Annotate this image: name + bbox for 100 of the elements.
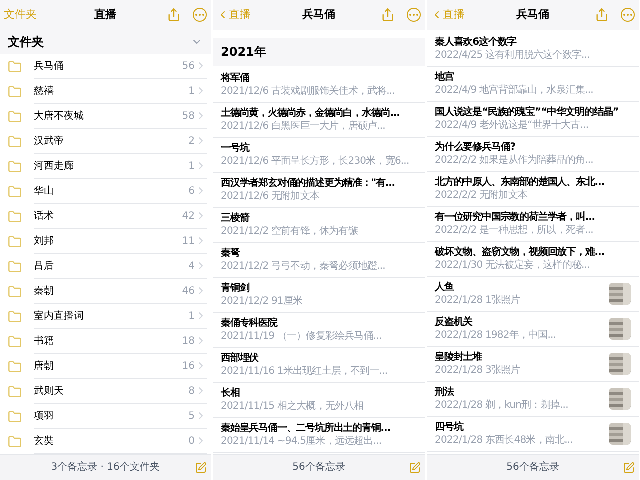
folder-icon [8, 360, 22, 374]
note-row[interactable]: 将军俑 2021/12/6 古装戏剧服饰关佳术，武将... [213, 68, 425, 103]
folder-row[interactable]: 书籍 18 [0, 329, 211, 354]
folder-row[interactable]: 刘邦 11 [0, 229, 211, 254]
note-preview: 2022/1/28 东西长48米，南北... [435, 434, 574, 447]
folder-row[interactable]: 室内直播词 1 [0, 304, 211, 329]
note-count: 58 [182, 110, 195, 124]
folder-name: 室内直播词 [34, 310, 84, 324]
compose-icon[interactable] [195, 462, 207, 474]
folder-name: 项羽 [34, 410, 54, 424]
compose-icon[interactable] [623, 462, 635, 474]
note-row[interactable]: 一号坑 2021/12/6 平面呈长方形，长230米，宽6... [213, 138, 425, 173]
folder-row[interactable]: 话术 42 [0, 204, 211, 229]
note-title: 皇陵封土堆 [435, 351, 484, 364]
folder-name: 刘邦 [34, 234, 54, 248]
folder-icon [8, 134, 22, 148]
note-row[interactable]: 有一位研究中国宗教的荷兰学者，叫... 2022/2/2 是一种思想，所以，死者... [427, 207, 639, 242]
note-row[interactable]: 秦人喜欢6这个数字 2022/4/25 这有利用脱六这个数字... [427, 32, 639, 67]
folder-icon [8, 84, 22, 98]
folder-name: 慈禧 [34, 84, 54, 98]
note-row[interactable]: 反盗机关 2022/1/28 1982年，中国... [427, 312, 639, 347]
folder-name: 大唐不夜城 [34, 110, 84, 124]
note-title: 有一位研究中国宗教的荷兰学者，叫... [435, 211, 596, 224]
note-row[interactable]: 人鱼 2022/1/28 1张照片 [427, 277, 639, 312]
folder-row[interactable]: 唐朝 16 [0, 354, 211, 379]
note-count: 1 [188, 310, 195, 324]
more-icon[interactable] [621, 8, 635, 22]
note-preview: 2021/11/16 1米出现红土层，不到一... [221, 365, 389, 378]
note-preview: 2021/11/15 相之大概，无外八相 [221, 400, 365, 413]
folder-name: 武则天 [34, 384, 64, 398]
note-count: 1 [188, 84, 195, 98]
note-preview: 2021/12/2 空前有锋，休为有镞 [221, 225, 360, 238]
note-row[interactable]: 秦俑专科医院 2021/11/19 （一）修复彩绘兵马俑... [213, 313, 425, 348]
note-preview: 2021/11/14 ~94.5厘米，远远超出... [221, 435, 383, 448]
note-title: 西部埋伏 [221, 352, 260, 365]
note-title: 长相 [221, 387, 241, 400]
folder-icon [8, 260, 22, 274]
note-title: 国人说这是“民族的瑰宝”“中华文明的结晶” [435, 106, 620, 119]
note-row[interactable]: 长相 2021/11/15 相之大概，无外八相 [213, 383, 425, 418]
note-row[interactable]: 三棱箭 2021/12/2 空前有锋，休为有镞 [213, 208, 425, 243]
folder-row[interactable]: 兵马俑 56 [0, 54, 211, 79]
navigation-title: 兵马俑 [516, 6, 550, 23]
note-row[interactable]: 青铜剑 2021/12/2 91厘米 [213, 278, 425, 313]
folder-row[interactable]: 吕后 4 [0, 254, 211, 279]
note-title: 人鱼 [435, 281, 456, 294]
more-icon[interactable] [193, 8, 207, 22]
folder-name: 吕后 [34, 260, 54, 274]
folder-row[interactable]: 秦朝 46 [0, 279, 211, 304]
note-preview: 2022/1/30 无法被定妄，这样的秘... [435, 259, 591, 272]
folder-name: 玄奘 [34, 434, 54, 448]
folder-row[interactable]: 大唐不夜城 58 [0, 104, 211, 129]
note-row[interactable]: 皇陵封土堆 2022/1/28 3张照片 [427, 347, 639, 382]
note-title: 青铜剑 [221, 282, 251, 295]
share-icon[interactable] [595, 8, 609, 22]
folder-row[interactable]: 汉武帝 2 [0, 129, 211, 154]
note-row[interactable]: 国人说这是“民族的瑰宝”“中华文明的结晶” 2022/4/9 老外说这是“世界十大古... [427, 102, 639, 137]
folder-icon [8, 210, 22, 224]
note-row[interactable]: 土德尚黄，火德尚赤，金德尚白，水德尚... 2021/12/6 白黑医巨一大片，唐硕卢... [213, 103, 425, 138]
folder-icon [8, 110, 22, 124]
note-row[interactable]: 北方的中原人、东南部的楚国人、东北... 2022/2/2 无附加文本 [427, 172, 639, 207]
folder-row[interactable]: 河西走廊 1 [0, 154, 211, 179]
folder-name: 汉武帝 [34, 134, 64, 148]
navigation-title: 兵马俑 [302, 6, 336, 23]
note-title: 北方的中原人、东南部的楚国人、东北... [435, 176, 606, 189]
note-row[interactable]: 地宫 2022/4/9 地宫背部靠山，水泉汇集... [427, 67, 639, 102]
note-preview: 2022/4/9 地宫背部靠山，水泉汇集... [435, 84, 594, 97]
note-count: 6 [188, 184, 195, 198]
note-count: 8 [188, 384, 195, 398]
note-preview: 2022/1/28 3张照片 [435, 364, 522, 377]
note-title: 将军俑 [221, 72, 250, 85]
folder-icon [8, 284, 22, 298]
folder-name: 话术 [34, 210, 54, 224]
note-row[interactable]: 秦弩 2021/12/2 弓弓不动，秦弩必须地蹬... [213, 243, 425, 278]
note-row[interactable]: 为什么要修兵马俑? 2022/2/2 如果是从作为陪葬品的角... [427, 137, 639, 172]
note-row[interactable]: 破坏文物、盗窃文物，视频回放下，难... 2022/1/30 无法被定妄，这样的秘... [427, 242, 639, 277]
more-icon[interactable] [407, 8, 421, 22]
note-preview: 2022/1/28 1张照片 [435, 294, 522, 307]
note-preview: 2021/12/6 白黑医巨一大片，唐硕卢... [221, 120, 386, 133]
share-icon[interactable] [381, 8, 395, 22]
note-title: 秦俑专科医院 [221, 317, 279, 330]
compose-icon[interactable] [409, 462, 421, 474]
folder-row[interactable]: 慈禧 1 [0, 79, 211, 104]
note-row[interactable]: 秦始皇兵马俑一、二号坑所出土的青铜... 2021/11/14 ~94.5厘米，远远超出... [213, 418, 425, 453]
note-title: 西汉学者郑玄对俑的描述更为精准："有... [221, 177, 396, 190]
note-count: 5 [188, 410, 195, 424]
note-preview: 2022/4/9 老外说这是“世界十大古... [435, 119, 590, 132]
note-row[interactable]: 四号坑 2022/1/28 东西长48米，南北... [427, 417, 639, 452]
note-row[interactable]: 西汉学者郑玄对俑的描述更为精准："有... 2021/12/6 无附加文本 [213, 173, 425, 208]
folder-row[interactable]: 武则天 8 [0, 379, 211, 404]
folder-icon [8, 60, 22, 74]
folder-row[interactable]: 项羽 5 [0, 404, 211, 429]
note-row[interactable]: 刑法 2022/1/28 剃，kun刑：剃掉... [427, 382, 639, 417]
folder-name: 书籍 [34, 334, 54, 348]
folder-row[interactable]: 华山 6 [0, 179, 211, 204]
note-preview: 2021/12/2 91厘米 [221, 295, 304, 308]
share-icon[interactable] [167, 8, 181, 22]
footer-count: 56个备忘录 [292, 460, 346, 475]
note-preview: 2022/1/28 剃，kun刑：剃掉... [435, 399, 570, 412]
note-row[interactable]: 西部埋伏 2021/11/16 1米出现红土层，不到一... [213, 348, 425, 383]
folder-icon [8, 384, 22, 398]
